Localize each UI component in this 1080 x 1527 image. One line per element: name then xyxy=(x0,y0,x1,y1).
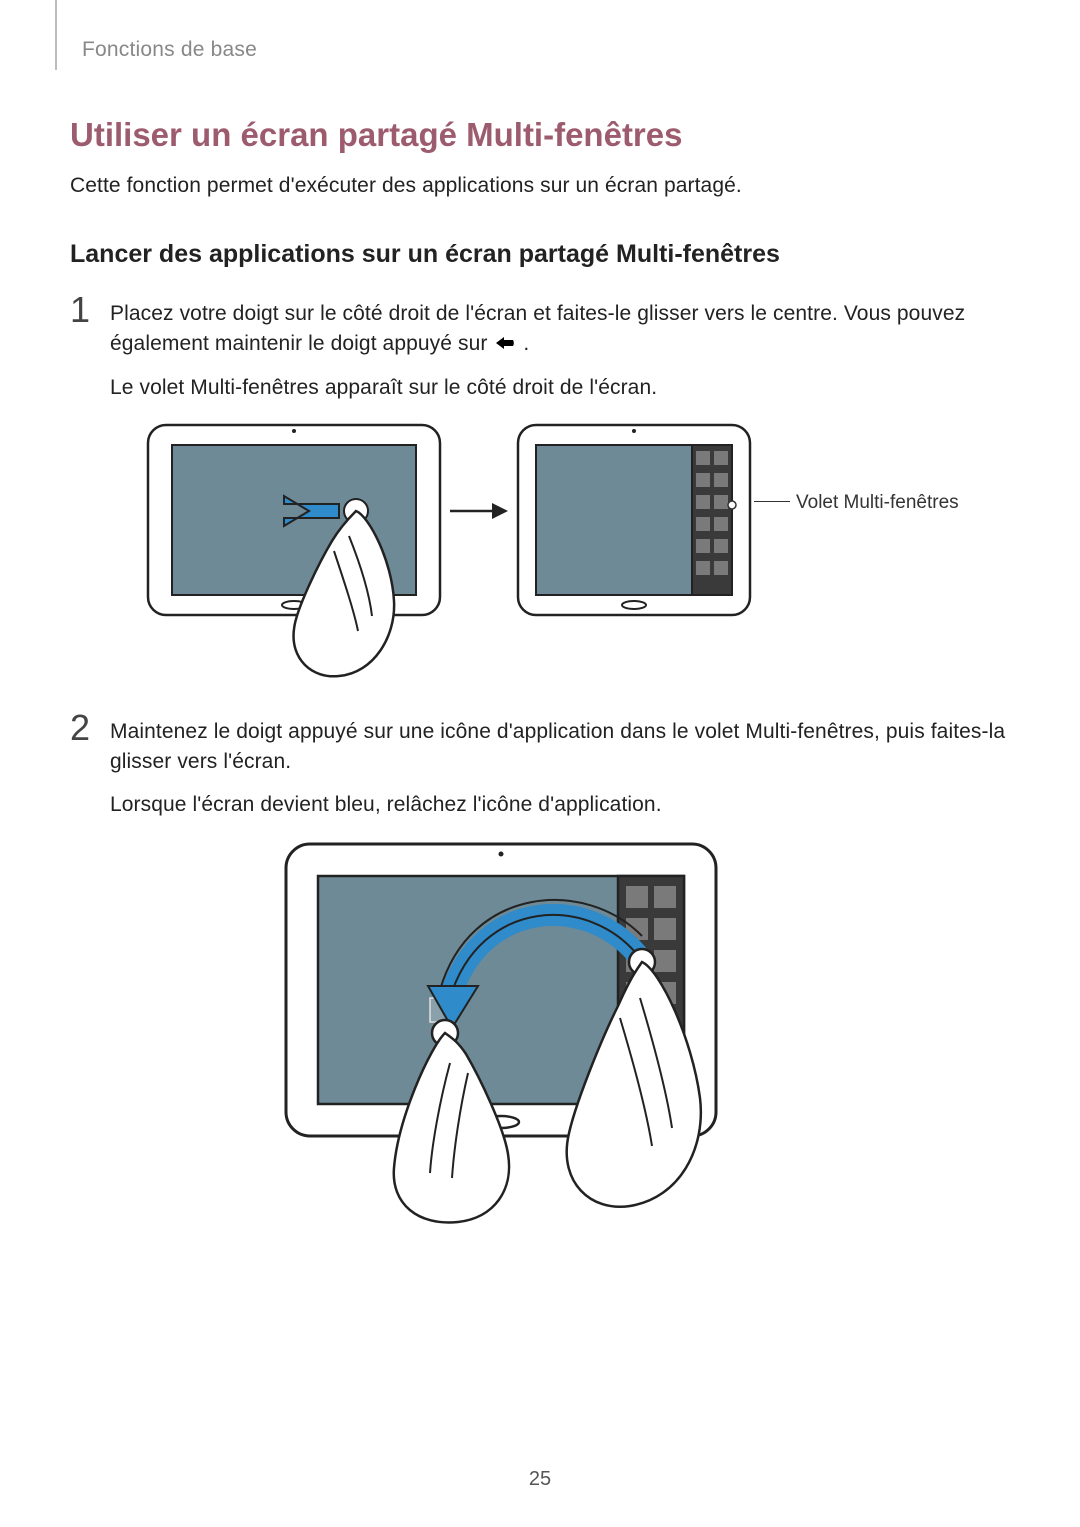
step-1-text-1b: . xyxy=(523,332,529,355)
callout-line xyxy=(754,501,790,502)
step-1-text-1a: Placez votre doigt sur le côté droit de … xyxy=(110,302,965,355)
figure-2 xyxy=(280,838,1010,1228)
figure-2-tablet-drag xyxy=(280,838,760,1228)
page-number: 25 xyxy=(0,1468,1080,1491)
manual-page: Fonctions de base Utiliser un écran part… xyxy=(0,0,1080,1527)
step-2: Maintenez le doigt appuyé sur une icône … xyxy=(70,717,1010,1228)
step-2-text-1: Maintenez le doigt appuyé sur une icône … xyxy=(110,717,1010,777)
callout-tray-label: Volet Multi-fenêtres xyxy=(796,492,959,514)
back-icon xyxy=(493,333,523,353)
step-2-text-2: Lorsque l'écran devient bleu, relâchez l… xyxy=(110,790,1010,820)
figure-1-tablet-swipe xyxy=(144,421,444,681)
step-list: Placez votre doigt sur le côté droit de … xyxy=(70,299,1010,1228)
step-1-text-2: Le volet Multi-fenêtres apparaît sur le … xyxy=(110,373,1010,403)
step-1-text-1: Placez votre doigt sur le côté droit de … xyxy=(110,299,1010,359)
section-title: Utiliser un écran partagé Multi-fenêtres xyxy=(70,116,1010,154)
intro-text: Cette fonction permet d'exécuter des app… xyxy=(70,172,1010,200)
figure-1-tablet-tray xyxy=(514,421,754,621)
breadcrumb: Fonctions de base xyxy=(82,38,1010,62)
header-rule xyxy=(55,0,57,70)
arrow-right-icon xyxy=(444,421,514,681)
step-1: Placez votre doigt sur le côté droit de … xyxy=(70,299,1010,680)
sub-title: Lancer des applications sur un écran par… xyxy=(70,240,1010,269)
figure-1: Volet Multi-fenêtres xyxy=(144,421,1010,681)
